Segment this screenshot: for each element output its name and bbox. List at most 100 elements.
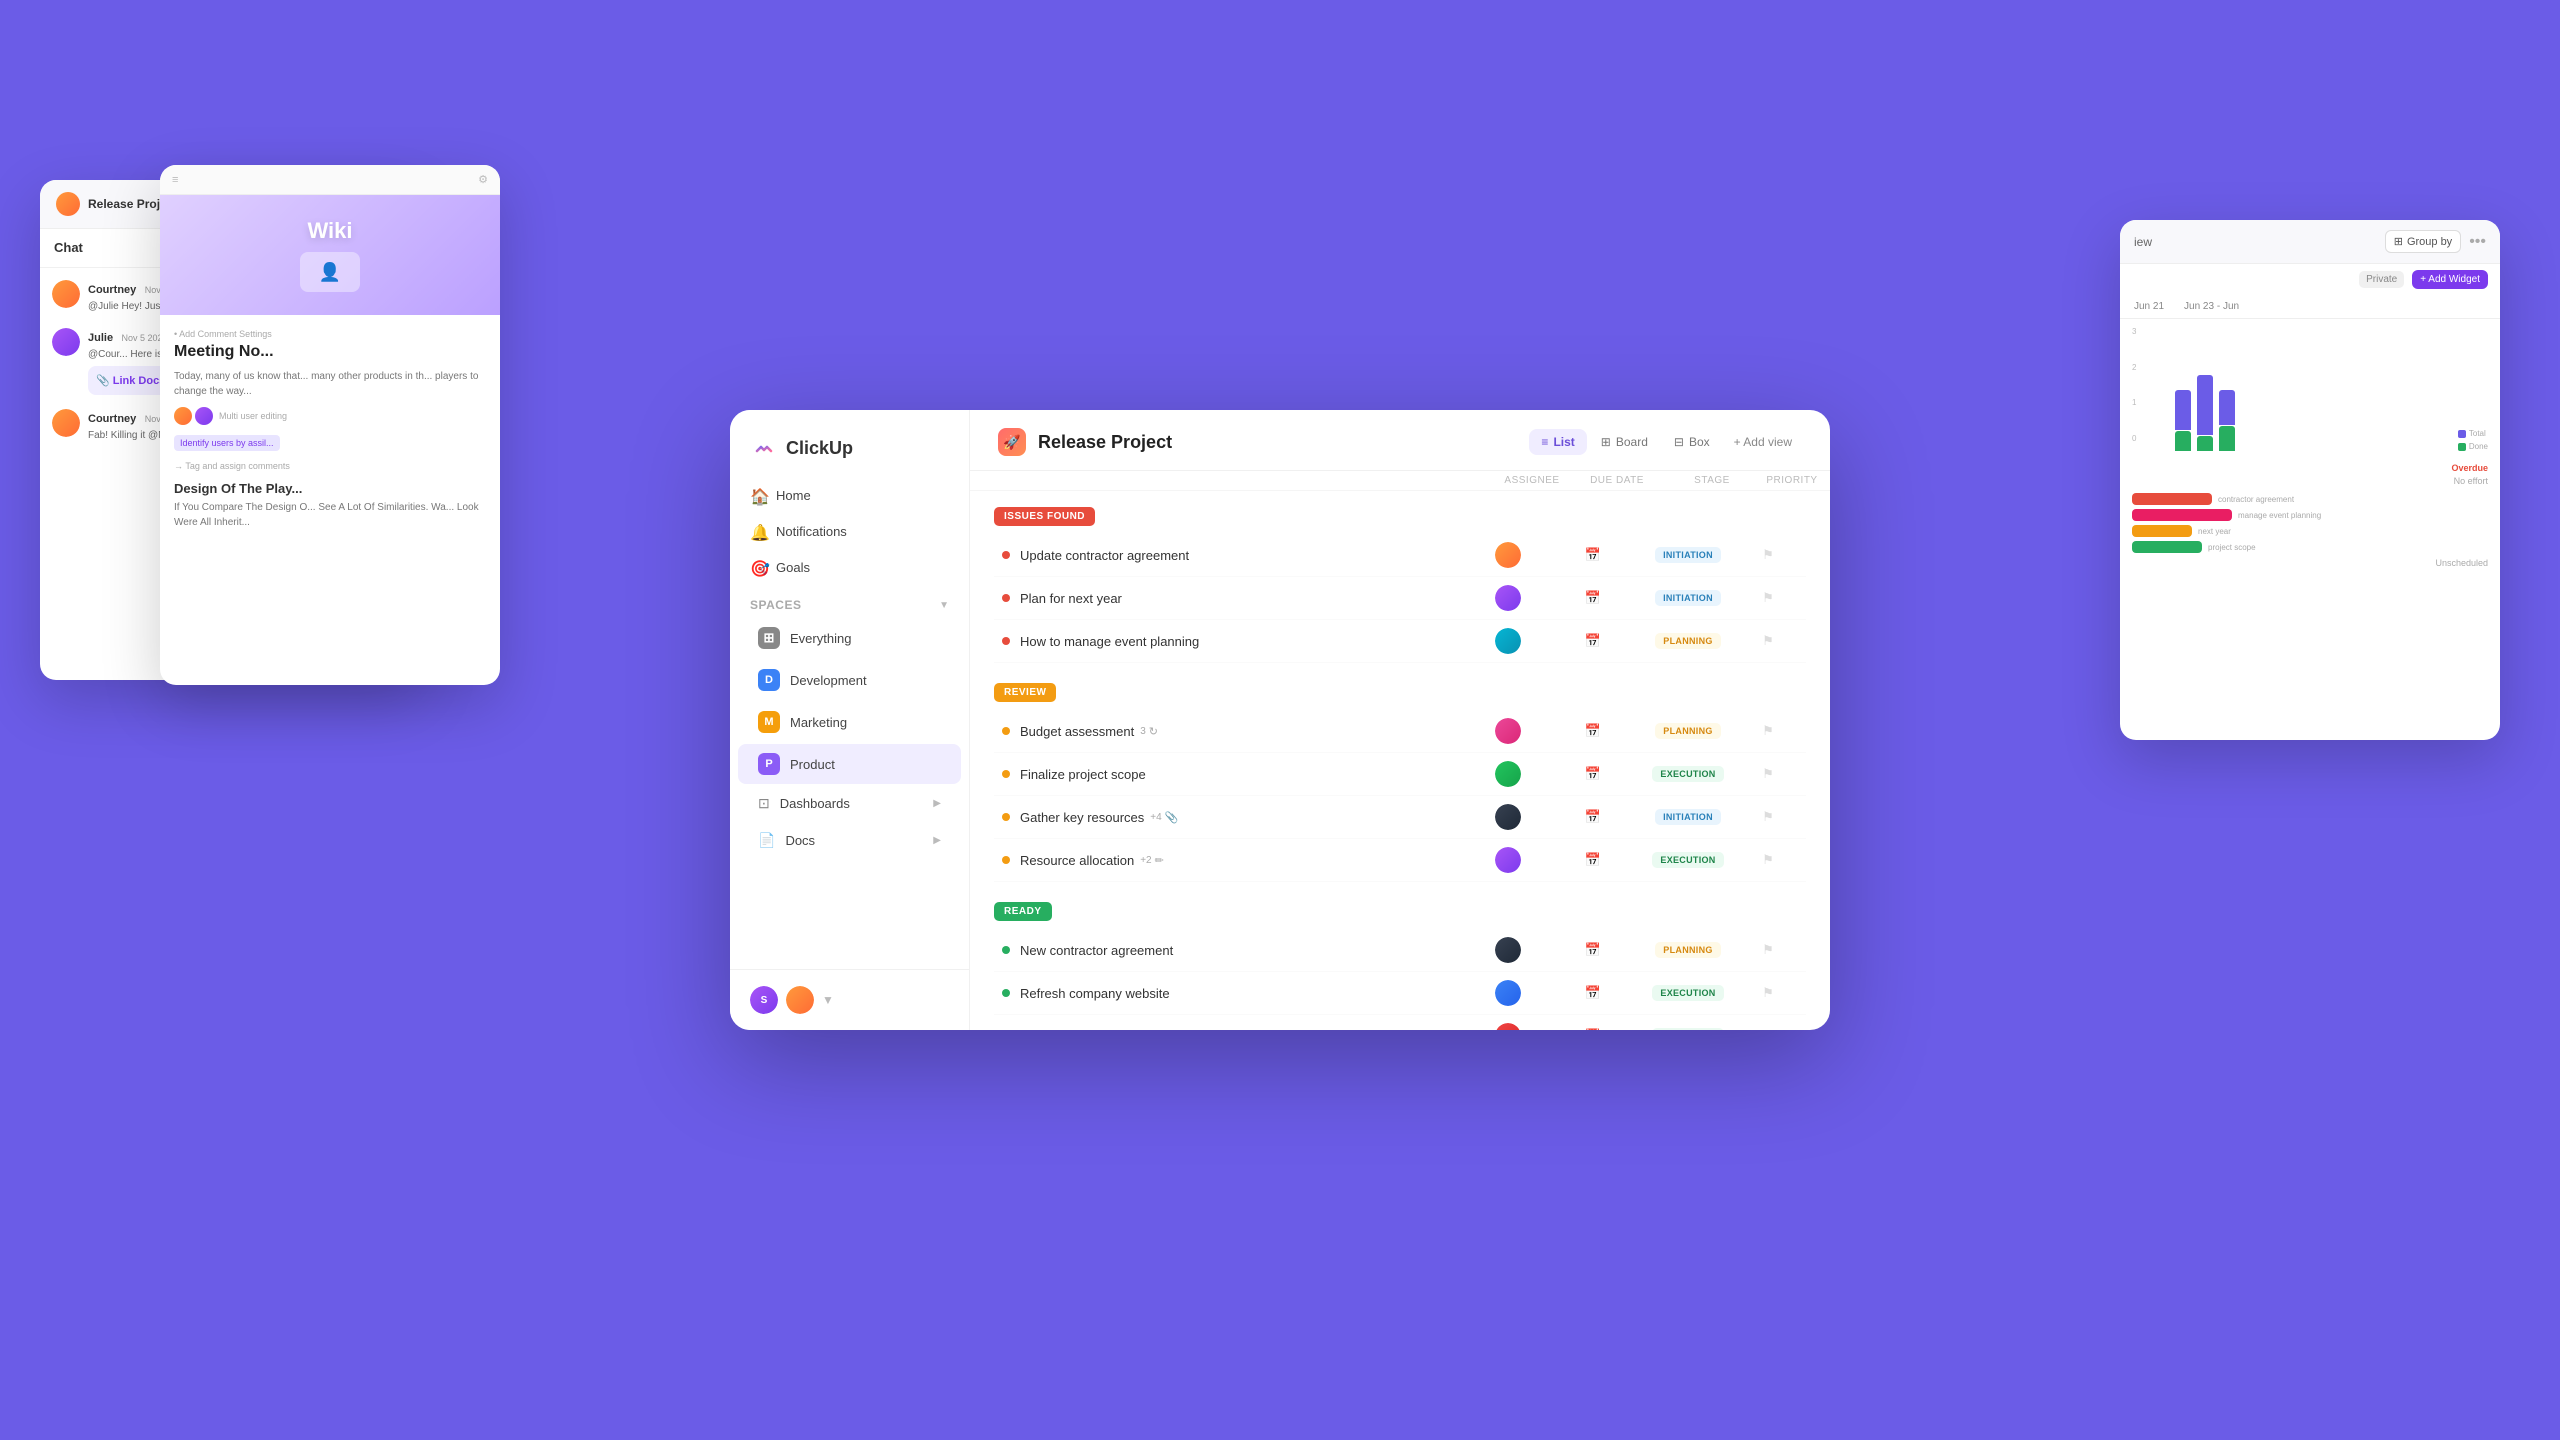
task-row[interactable]: Budget assessment 3 ↻ 📅 <box>994 710 1806 753</box>
avatar-circle <box>1495 761 1521 787</box>
task-name-text: Finalize project scope <box>1020 767 1146 782</box>
wiki-multi-editing: Multi user editing <box>219 411 287 421</box>
task-name-text: Update contractor agreement <box>1020 548 1189 563</box>
assignee-avatar <box>1495 804 1521 830</box>
bar-2-total <box>2197 375 2213 435</box>
task-priority: ⚑ <box>1738 590 1798 606</box>
sidebar-item-marketing[interactable]: M Marketing <box>738 702 961 742</box>
stage-badge: EXECUTION <box>1652 1028 1723 1030</box>
wiki-content: • Add Comment Settings Meeting No... Tod… <box>160 315 500 544</box>
bar-3-total <box>2219 390 2235 425</box>
priority-flag-icon: ⚑ <box>1762 633 1774 649</box>
clickup-logo-icon <box>750 434 778 462</box>
task-assignee <box>1468 937 1548 963</box>
stage-badge: PLANNING <box>1655 723 1720 739</box>
task-row[interactable]: Update key objectives 5 📎 📅 <box>994 1015 1806 1030</box>
avatar-circle-julie <box>52 328 80 356</box>
avatar-circle <box>1495 542 1521 568</box>
task-due: 📅 <box>1548 547 1638 563</box>
goals-icon: 🎯 <box>750 559 766 575</box>
gantt-bar-1 <box>2132 493 2212 505</box>
task-stage: EXECUTION <box>1638 852 1738 868</box>
tab-box[interactable]: ⊟ Box <box>1662 429 1722 455</box>
task-row[interactable]: Update contractor agreement 📅 INITIATION <box>994 534 1806 577</box>
sidebar-footer: S ▼ <box>730 969 969 1030</box>
task-name-text: Refresh company website <box>1020 986 1170 1001</box>
task-assignee <box>1468 847 1548 873</box>
everything-label: Everything <box>790 631 851 646</box>
calendar-icon: 📅 <box>1585 547 1601 563</box>
docs-label: Docs <box>785 833 815 848</box>
avatar-circle <box>1495 585 1521 611</box>
task-name: Resource allocation +2 ✏ <box>1020 853 1468 868</box>
task-row[interactable]: Plan for next year 📅 INITIATION ⚑ <box>994 577 1806 620</box>
task-name: How to manage event planning <box>1020 634 1468 649</box>
task-name: Finalize project scope <box>1020 767 1468 782</box>
add-widget-button[interactable]: + Add Widget <box>2412 270 2488 289</box>
task-name-text: Update key objectives <box>1020 1029 1147 1031</box>
task-stage: EXECUTION <box>1638 766 1738 782</box>
task-stage: EXECUTION <box>1638 1028 1738 1030</box>
wiki-panel: ≡ ⚙ Wiki 👤 • Add Comment Settings Meetin… <box>160 165 500 685</box>
everything-icon: ⊞ <box>758 627 780 649</box>
tab-board[interactable]: ⊞ Board <box>1589 429 1660 455</box>
sidebar-item-docs[interactable]: 📄 Docs ▶ <box>738 823 961 858</box>
task-assignee <box>1468 804 1548 830</box>
chart-dates: Jun 21 Jun 23 - Jun <box>2120 295 2500 319</box>
sidebar-item-product[interactable]: P Product <box>738 744 961 784</box>
nav-item-notifications[interactable]: 🔔 Notifications <box>738 514 961 548</box>
project-title: Release Project <box>1038 432 1172 453</box>
edit-icon: ✏ <box>1155 854 1164 867</box>
y-label-1: 1 <box>2132 398 2172 407</box>
dashboards-icon: ⊡ <box>758 795 770 812</box>
assignee-avatar <box>1495 980 1521 1006</box>
wiki-image: Wiki 👤 <box>160 195 500 315</box>
refresh-icon: ↻ <box>1149 725 1158 738</box>
task-name: New contractor agreement <box>1020 943 1468 958</box>
tab-list[interactable]: ≡ List <box>1529 429 1586 455</box>
col-due: Due Date <box>1572 475 1662 486</box>
nav-item-goals[interactable]: 🎯 Goals <box>738 550 961 584</box>
spaces-chevron-icon: ▼ <box>939 600 949 611</box>
sidebar-item-everything[interactable]: ⊞ Everything <box>738 618 961 658</box>
task-assignee <box>1468 628 1548 654</box>
task-dot <box>1002 946 1010 954</box>
add-view-button[interactable]: + Add view <box>1724 429 1802 455</box>
more-options-icon[interactable]: ••• <box>2469 233 2486 251</box>
task-due: 📅 <box>1548 590 1638 606</box>
chat-name-2: Julie <box>88 332 113 344</box>
task-row[interactable]: Gather key resources +4 📎 📅 <box>994 796 1806 839</box>
wiki-body: Today, many of us know that... many othe… <box>174 369 486 399</box>
assignee-avatar <box>1495 585 1521 611</box>
task-row[interactable]: Refresh company website 📅 EXECUTION <box>994 972 1806 1015</box>
project-icon: 🚀 <box>998 428 1026 456</box>
bar-3-done <box>2219 426 2235 451</box>
task-row[interactable]: Resource allocation +2 ✏ 📅 <box>994 839 1806 882</box>
footer-more: ▼ <box>822 993 834 1007</box>
task-row[interactable]: Finalize project scope 📅 EXECUTION <box>994 753 1806 796</box>
date-1: Jun 21 <box>2134 301 2164 312</box>
nav-item-home[interactable]: 🏠 Home <box>738 478 961 512</box>
priority-flag-icon: ⚑ <box>1762 985 1774 1001</box>
wiki-toolbar: ≡ ⚙ <box>160 165 500 195</box>
task-stage: EXECUTION <box>1638 985 1738 1001</box>
section-issues: Issues Found Update contractor agreement… <box>994 507 1806 663</box>
calendar-icon: 📅 <box>1585 809 1601 825</box>
task-dot <box>1002 770 1010 778</box>
task-dot <box>1002 813 1010 821</box>
task-name-text: Resource allocation <box>1020 853 1134 868</box>
private-badge: Private <box>2359 271 2404 288</box>
user-avatar-2 <box>786 986 814 1014</box>
docs-chevron-icon: ▶ <box>933 835 941 846</box>
stage-badge: EXECUTION <box>1652 852 1723 868</box>
task-dot <box>1002 594 1010 602</box>
task-row[interactable]: New contractor agreement 📅 PLANNING <box>994 929 1806 972</box>
wiki-avatars <box>174 407 213 425</box>
sidebar-item-dashboards[interactable]: ⊡ Dashboards ▶ <box>738 786 961 821</box>
person-icon: 👤 <box>319 262 341 283</box>
sidebar-item-development[interactable]: D Development <box>738 660 961 700</box>
wiki-user-row: Multi user editing <box>174 407 486 425</box>
group-by-button[interactable]: ⊞ Group by <box>2385 230 2461 253</box>
wiki-tag: Identify users by assil... <box>174 435 280 451</box>
task-row[interactable]: How to manage event planning 📅 PLANNING <box>994 620 1806 663</box>
